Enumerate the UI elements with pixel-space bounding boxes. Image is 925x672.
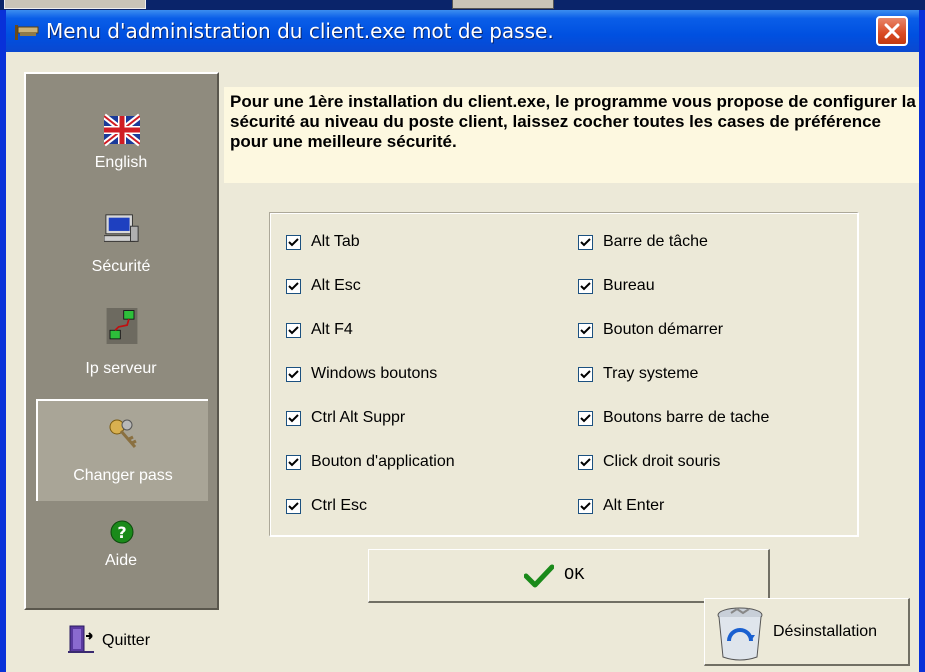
checkbox[interactable] <box>286 411 301 426</box>
option-label: Bouton d'application <box>311 453 455 470</box>
checkbox[interactable] <box>286 499 301 514</box>
checkbox[interactable] <box>286 455 301 470</box>
checkmark-icon <box>288 458 299 467</box>
uk-flag-icon <box>104 113 140 147</box>
option-label: Click droit souris <box>603 453 721 470</box>
checkmark-icon <box>288 370 299 379</box>
sidebar-item-securite[interactable]: Sécurité <box>36 212 206 308</box>
app-icon <box>15 25 39 40</box>
checkbox[interactable] <box>578 235 593 250</box>
checkbox[interactable] <box>578 499 593 514</box>
network-icon <box>106 308 138 344</box>
checkmark-icon <box>580 502 591 511</box>
checkmark-icon <box>288 282 299 291</box>
sidebar-item-label: Changer pass <box>73 467 173 484</box>
checkbox[interactable] <box>578 455 593 470</box>
checkmark-icon <box>580 458 591 467</box>
sidebar: English Sécurité Ip serveur Changer pass… <box>24 72 219 610</box>
sidebar-item-label: English <box>94 154 148 171</box>
admin-window: Menu d'administration du client.exe mot … <box>0 10 925 672</box>
window-title: Menu d'administration du client.exe mot … <box>46 19 554 43</box>
checkmark-icon <box>288 414 299 423</box>
checkmark-icon <box>288 326 299 335</box>
uninstall-button[interactable]: Désinstallation <box>704 598 910 666</box>
ok-label: OK <box>564 566 585 585</box>
door-exit-icon <box>68 625 94 653</box>
checkmark-icon <box>288 238 299 247</box>
security-options-panel: Alt Tab Alt Esc Alt F4 Windows boutons C… <box>269 212 859 537</box>
quit-button[interactable]: Quitter <box>68 624 198 660</box>
option-label: Barre de tâche <box>603 233 708 250</box>
option-label: Alt Enter <box>603 497 665 514</box>
option-label: Bouton démarrer <box>603 321 724 338</box>
sidebar-item-changer-pass[interactable]: Changer pass <box>36 399 208 501</box>
option-label: Windows boutons <box>311 365 438 382</box>
option-label: Alt Esc <box>311 277 361 294</box>
checkmark-icon <box>288 502 299 511</box>
sidebar-item-aide[interactable]: ? Aide <box>36 514 206 610</box>
sidebar-item-ip-serveur[interactable]: Ip serveur <box>36 308 206 410</box>
checkmark-icon <box>524 564 554 588</box>
checkbox[interactable] <box>286 367 301 382</box>
option-label: Ctrl Esc <box>311 497 367 514</box>
checkmark-icon <box>580 326 591 335</box>
background-tab <box>4 0 146 9</box>
sidebar-item-label: Sécurité <box>91 258 151 275</box>
uninstall-label: Désinstallation <box>773 623 878 640</box>
computer-lock-icon <box>104 214 139 242</box>
checkmark-icon <box>580 282 591 291</box>
option-label: Bureau <box>603 277 655 294</box>
title-bar[interactable]: Menu d'administration du client.exe mot … <box>6 10 919 52</box>
recycle-bin-icon <box>717 607 763 661</box>
help-icon: ? <box>110 520 134 544</box>
keys-icon <box>109 419 137 448</box>
checkbox[interactable] <box>286 279 301 294</box>
checkbox[interactable] <box>578 367 593 382</box>
option-label: Alt Tab <box>311 233 360 250</box>
quit-label: Quitter <box>102 632 151 649</box>
checkmark-icon <box>580 370 591 379</box>
option-label: Alt F4 <box>311 321 353 338</box>
close-button[interactable] <box>876 16 908 46</box>
window-body: English Sécurité Ip serveur Changer pass… <box>6 52 919 672</box>
info-message: Pour une 1ère installation du client.exe… <box>224 87 919 183</box>
sidebar-item-label: Aide <box>104 552 138 569</box>
checkmark-icon <box>580 414 591 423</box>
checkbox[interactable] <box>286 235 301 250</box>
svg-text:?: ? <box>117 523 126 542</box>
checkmark-icon <box>580 238 591 247</box>
option-label: Ctrl Alt Suppr <box>311 409 406 426</box>
checkbox[interactable] <box>578 279 593 294</box>
sidebar-item-english[interactable]: English <box>36 108 206 204</box>
checkbox[interactable] <box>578 411 593 426</box>
close-icon <box>884 23 900 39</box>
sidebar-item-label: Ip serveur <box>85 360 157 377</box>
background-tab <box>452 0 554 9</box>
checkbox[interactable] <box>286 323 301 338</box>
ok-button[interactable]: OK <box>368 549 770 603</box>
option-label: Boutons barre de tache <box>603 409 770 426</box>
checkbox[interactable] <box>578 323 593 338</box>
option-label: Tray systeme <box>603 365 699 382</box>
